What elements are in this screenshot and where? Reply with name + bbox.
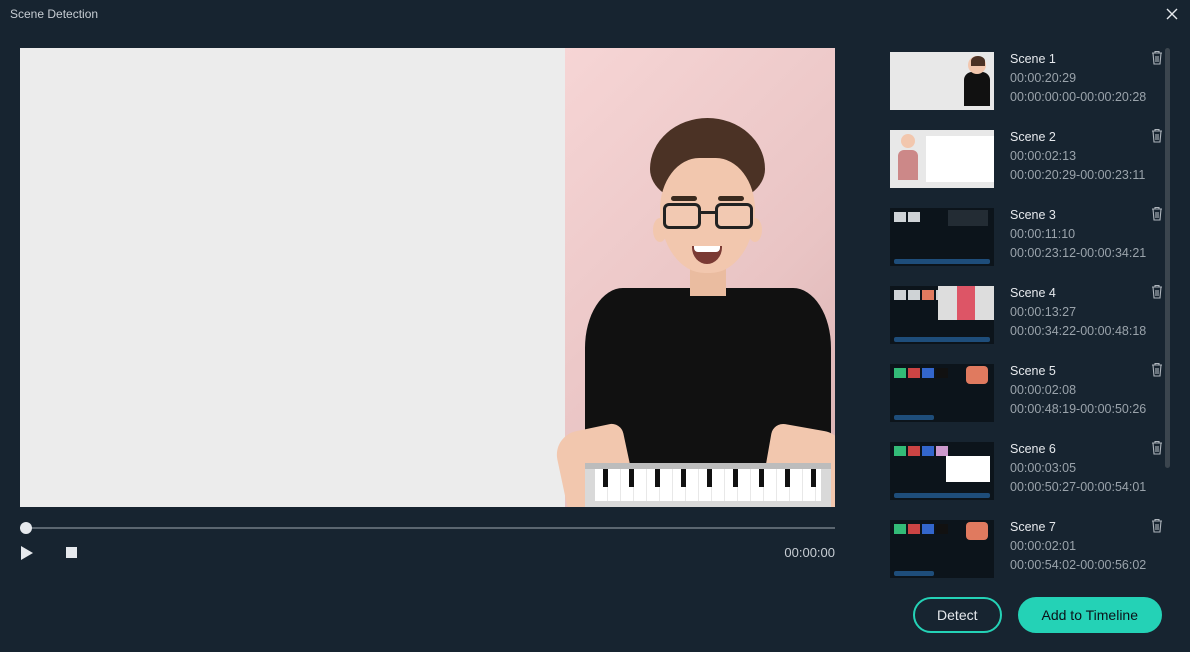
scene-duration: 00:00:02:08 — [1010, 383, 1170, 397]
preview-illustration — [565, 48, 835, 507]
video-preview[interactable] — [20, 48, 835, 507]
scene-duration: 00:00:20:29 — [1010, 71, 1170, 85]
scene-list: Scene 1 00:00:20:29 00:00:00:00-00:00:20… — [890, 48, 1170, 588]
scene-duration: 00:00:03:05 — [1010, 461, 1170, 475]
scene-item[interactable]: Scene 7 00:00:02:01 00:00:54:02-00:00:56… — [890, 516, 1170, 578]
trash-icon[interactable] — [1150, 518, 1164, 536]
scene-thumbnail — [890, 52, 994, 110]
trash-icon[interactable] — [1150, 362, 1164, 380]
scene-title: Scene 6 — [1010, 442, 1170, 456]
scene-duration: 00:00:13:27 — [1010, 305, 1170, 319]
scene-duration: 00:00:11:10 — [1010, 227, 1170, 241]
close-icon[interactable] — [1164, 6, 1180, 22]
scene-thumbnail — [890, 520, 994, 578]
scrubber[interactable] — [20, 527, 835, 529]
scene-title: Scene 3 — [1010, 208, 1170, 222]
scene-title: Scene 2 — [1010, 130, 1170, 144]
trash-icon[interactable] — [1150, 440, 1164, 458]
scene-thumbnail — [890, 442, 994, 500]
player-controls: 00:00:00 — [20, 545, 835, 560]
current-time: 00:00:00 — [784, 545, 835, 560]
scene-range: 00:00:34:22-00:00:48:18 — [1010, 324, 1170, 338]
scene-thumbnail — [890, 130, 994, 188]
scene-scroll[interactable]: Scene 1 00:00:20:29 00:00:00:00-00:00:20… — [890, 48, 1170, 578]
scene-range: 00:00:48:19-00:00:50:26 — [1010, 402, 1170, 416]
scene-item[interactable]: Scene 5 00:00:02:08 00:00:48:19-00:00:50… — [890, 360, 1170, 438]
detect-button[interactable]: Detect — [913, 597, 1001, 633]
scene-range: 00:00:50:27-00:00:54:01 — [1010, 480, 1170, 494]
preview-column: 00:00:00 — [20, 48, 860, 588]
trash-icon[interactable] — [1150, 50, 1164, 68]
scene-item[interactable]: Scene 3 00:00:11:10 00:00:23:12-00:00:34… — [890, 204, 1170, 282]
scene-range: 00:00:00:00-00:00:20:28 — [1010, 90, 1170, 104]
scene-thumbnail — [890, 208, 994, 266]
scene-thumbnail — [890, 286, 994, 344]
trash-icon[interactable] — [1150, 128, 1164, 146]
dialog-body: 00:00:00 Scene 1 00:00:20:29 00:00:00:00… — [0, 28, 1190, 588]
scene-title: Scene 5 — [1010, 364, 1170, 378]
playhead[interactable] — [20, 522, 32, 534]
scene-title: Scene 7 — [1010, 520, 1170, 534]
titlebar: Scene Detection — [0, 0, 1190, 28]
trash-icon[interactable] — [1150, 284, 1164, 302]
scene-item[interactable]: Scene 2 00:00:02:13 00:00:20:29-00:00:23… — [890, 126, 1170, 204]
scene-item[interactable]: Scene 4 00:00:13:27 00:00:34:22-00:00:48… — [890, 282, 1170, 360]
scene-thumbnail — [890, 364, 994, 422]
scrollbar[interactable] — [1165, 48, 1170, 468]
scene-title: Scene 4 — [1010, 286, 1170, 300]
trash-icon[interactable] — [1150, 206, 1164, 224]
window-title: Scene Detection — [10, 7, 98, 21]
stop-icon[interactable] — [64, 546, 78, 560]
play-icon[interactable] — [20, 546, 34, 560]
scene-item[interactable]: Scene 6 00:00:03:05 00:00:50:27-00:00:54… — [890, 438, 1170, 516]
add-to-timeline-button[interactable]: Add to Timeline — [1018, 597, 1163, 633]
add-to-timeline-label: Add to Timeline — [1042, 607, 1139, 623]
scene-duration: 00:00:02:01 — [1010, 539, 1170, 553]
scene-title: Scene 1 — [1010, 52, 1170, 66]
scene-range: 00:00:54:02-00:00:56:02 — [1010, 558, 1170, 572]
scene-range: 00:00:20:29-00:00:23:11 — [1010, 168, 1170, 182]
footer: Detect Add to Timeline — [0, 588, 1190, 652]
scene-duration: 00:00:02:13 — [1010, 149, 1170, 163]
scene-detection-window: Scene Detection — [0, 0, 1190, 652]
scene-range: 00:00:23:12-00:00:34:21 — [1010, 246, 1170, 260]
detect-button-label: Detect — [937, 607, 977, 623]
scene-item[interactable]: Scene 1 00:00:20:29 00:00:00:00-00:00:20… — [890, 48, 1170, 126]
